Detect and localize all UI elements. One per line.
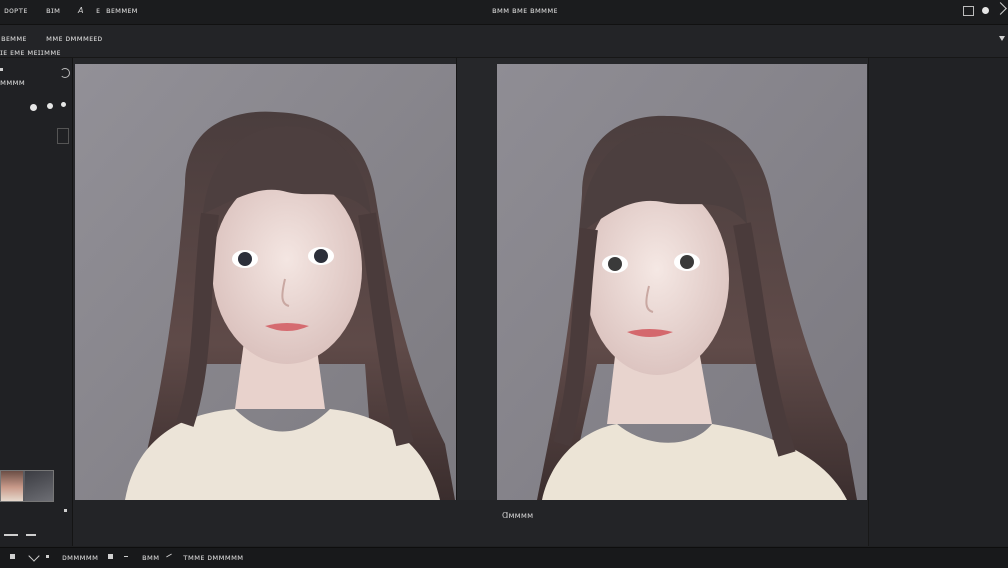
swatch-box[interactable] — [57, 128, 69, 144]
options-label: ʙᴇᴍᴍᴇ — [1, 34, 27, 43]
chevron-icon[interactable] — [994, 2, 1007, 15]
slider-right[interactable] — [26, 534, 36, 536]
status-dash — [124, 556, 128, 557]
slider-left[interactable] — [4, 534, 18, 536]
menu-item-type[interactable]: A — [78, 6, 84, 15]
small-dot-icon[interactable] — [61, 102, 66, 107]
status-item-1[interactable]: ᴅᴍᴍᴍᴍᴍ — [62, 553, 98, 562]
right-panel — [868, 58, 1008, 546]
options-sub-label: ɪᴇ ᴇᴍᴇ ᴍᴇɪɪᴍᴍᴇ — [0, 48, 61, 57]
portrait-right — [497, 64, 867, 500]
menu-item-edit[interactable]: ʙɪᴍ — [46, 6, 60, 15]
tool-panel: ᴍᴍᴍᴍ — [0, 58, 73, 546]
status-slash — [166, 553, 172, 558]
options-bar: ʙᴇᴍᴍᴇ ᴍᴍᴇ ᴅᴍᴍᴍᴇᴇᴅ ɪᴇ ᴇᴍᴇ ᴍᴇɪɪᴍᴍᴇ — [0, 25, 1008, 58]
panel-divider — [456, 58, 457, 546]
status-item-2[interactable]: ʙᴍᴍ — [142, 553, 159, 562]
image-left[interactable] — [75, 64, 456, 500]
portrait-left — [75, 64, 456, 500]
caption-strip — [73, 500, 868, 546]
image-caption: Ɑᴍᴍᴍᴍ — [502, 511, 534, 520]
color-dot-icon[interactable] — [47, 103, 53, 109]
profile-icon[interactable] — [982, 7, 989, 14]
tool-marker-icon[interactable] — [0, 68, 3, 71]
menu-item-file[interactable]: ᴅᴏᴘᴛᴇ — [4, 6, 28, 15]
window-title: ʙᴍᴍ ʙᴍᴇ ʙᴍᴍᴍᴇ — [492, 6, 558, 15]
menu-item-window[interactable]: ʙᴇᴍᴍᴇᴍ — [106, 6, 138, 15]
options-document-name[interactable]: ᴍᴍᴇ ᴅᴍᴍᴍᴇᴇᴅ — [46, 34, 102, 43]
status-square-icon-2[interactable] — [108, 554, 113, 559]
rotate-icon[interactable] — [60, 68, 70, 78]
status-arrow-icon[interactable] — [28, 550, 40, 562]
image-right[interactable] — [497, 64, 867, 500]
menu-bar: ᴅᴏᴘᴛᴇ ʙɪᴍ A ᴇ ʙᴇᴍᴍᴇᴍ ʙᴍᴍ ʙᴍᴇ ʙᴍᴍᴍᴇ — [0, 0, 1008, 25]
menu-item-select[interactable]: ᴇ — [96, 6, 100, 15]
indicator-icon — [64, 509, 67, 512]
thumbnail-face — [1, 471, 23, 501]
layout-icon[interactable] — [963, 6, 974, 16]
layer-thumbnail[interactable] — [0, 470, 54, 502]
status-square-icon[interactable] — [10, 554, 15, 559]
brush-dot-icon[interactable] — [30, 104, 37, 111]
thumbnail-bg — [25, 471, 53, 501]
status-dot-icon — [46, 555, 49, 558]
status-bar: ᴅᴍᴍᴍᴍᴍ ʙᴍᴍ ᴛᴍᴍᴇ ᴅᴍᴍᴍᴍᴍ — [0, 547, 1008, 568]
status-item-3[interactable]: ᴛᴍᴍᴇ ᴅᴍᴍᴍᴍᴍ — [183, 553, 243, 562]
panel-label: ᴍᴍᴍᴍ — [0, 78, 25, 87]
dropdown-arrow-icon[interactable] — [999, 36, 1005, 41]
